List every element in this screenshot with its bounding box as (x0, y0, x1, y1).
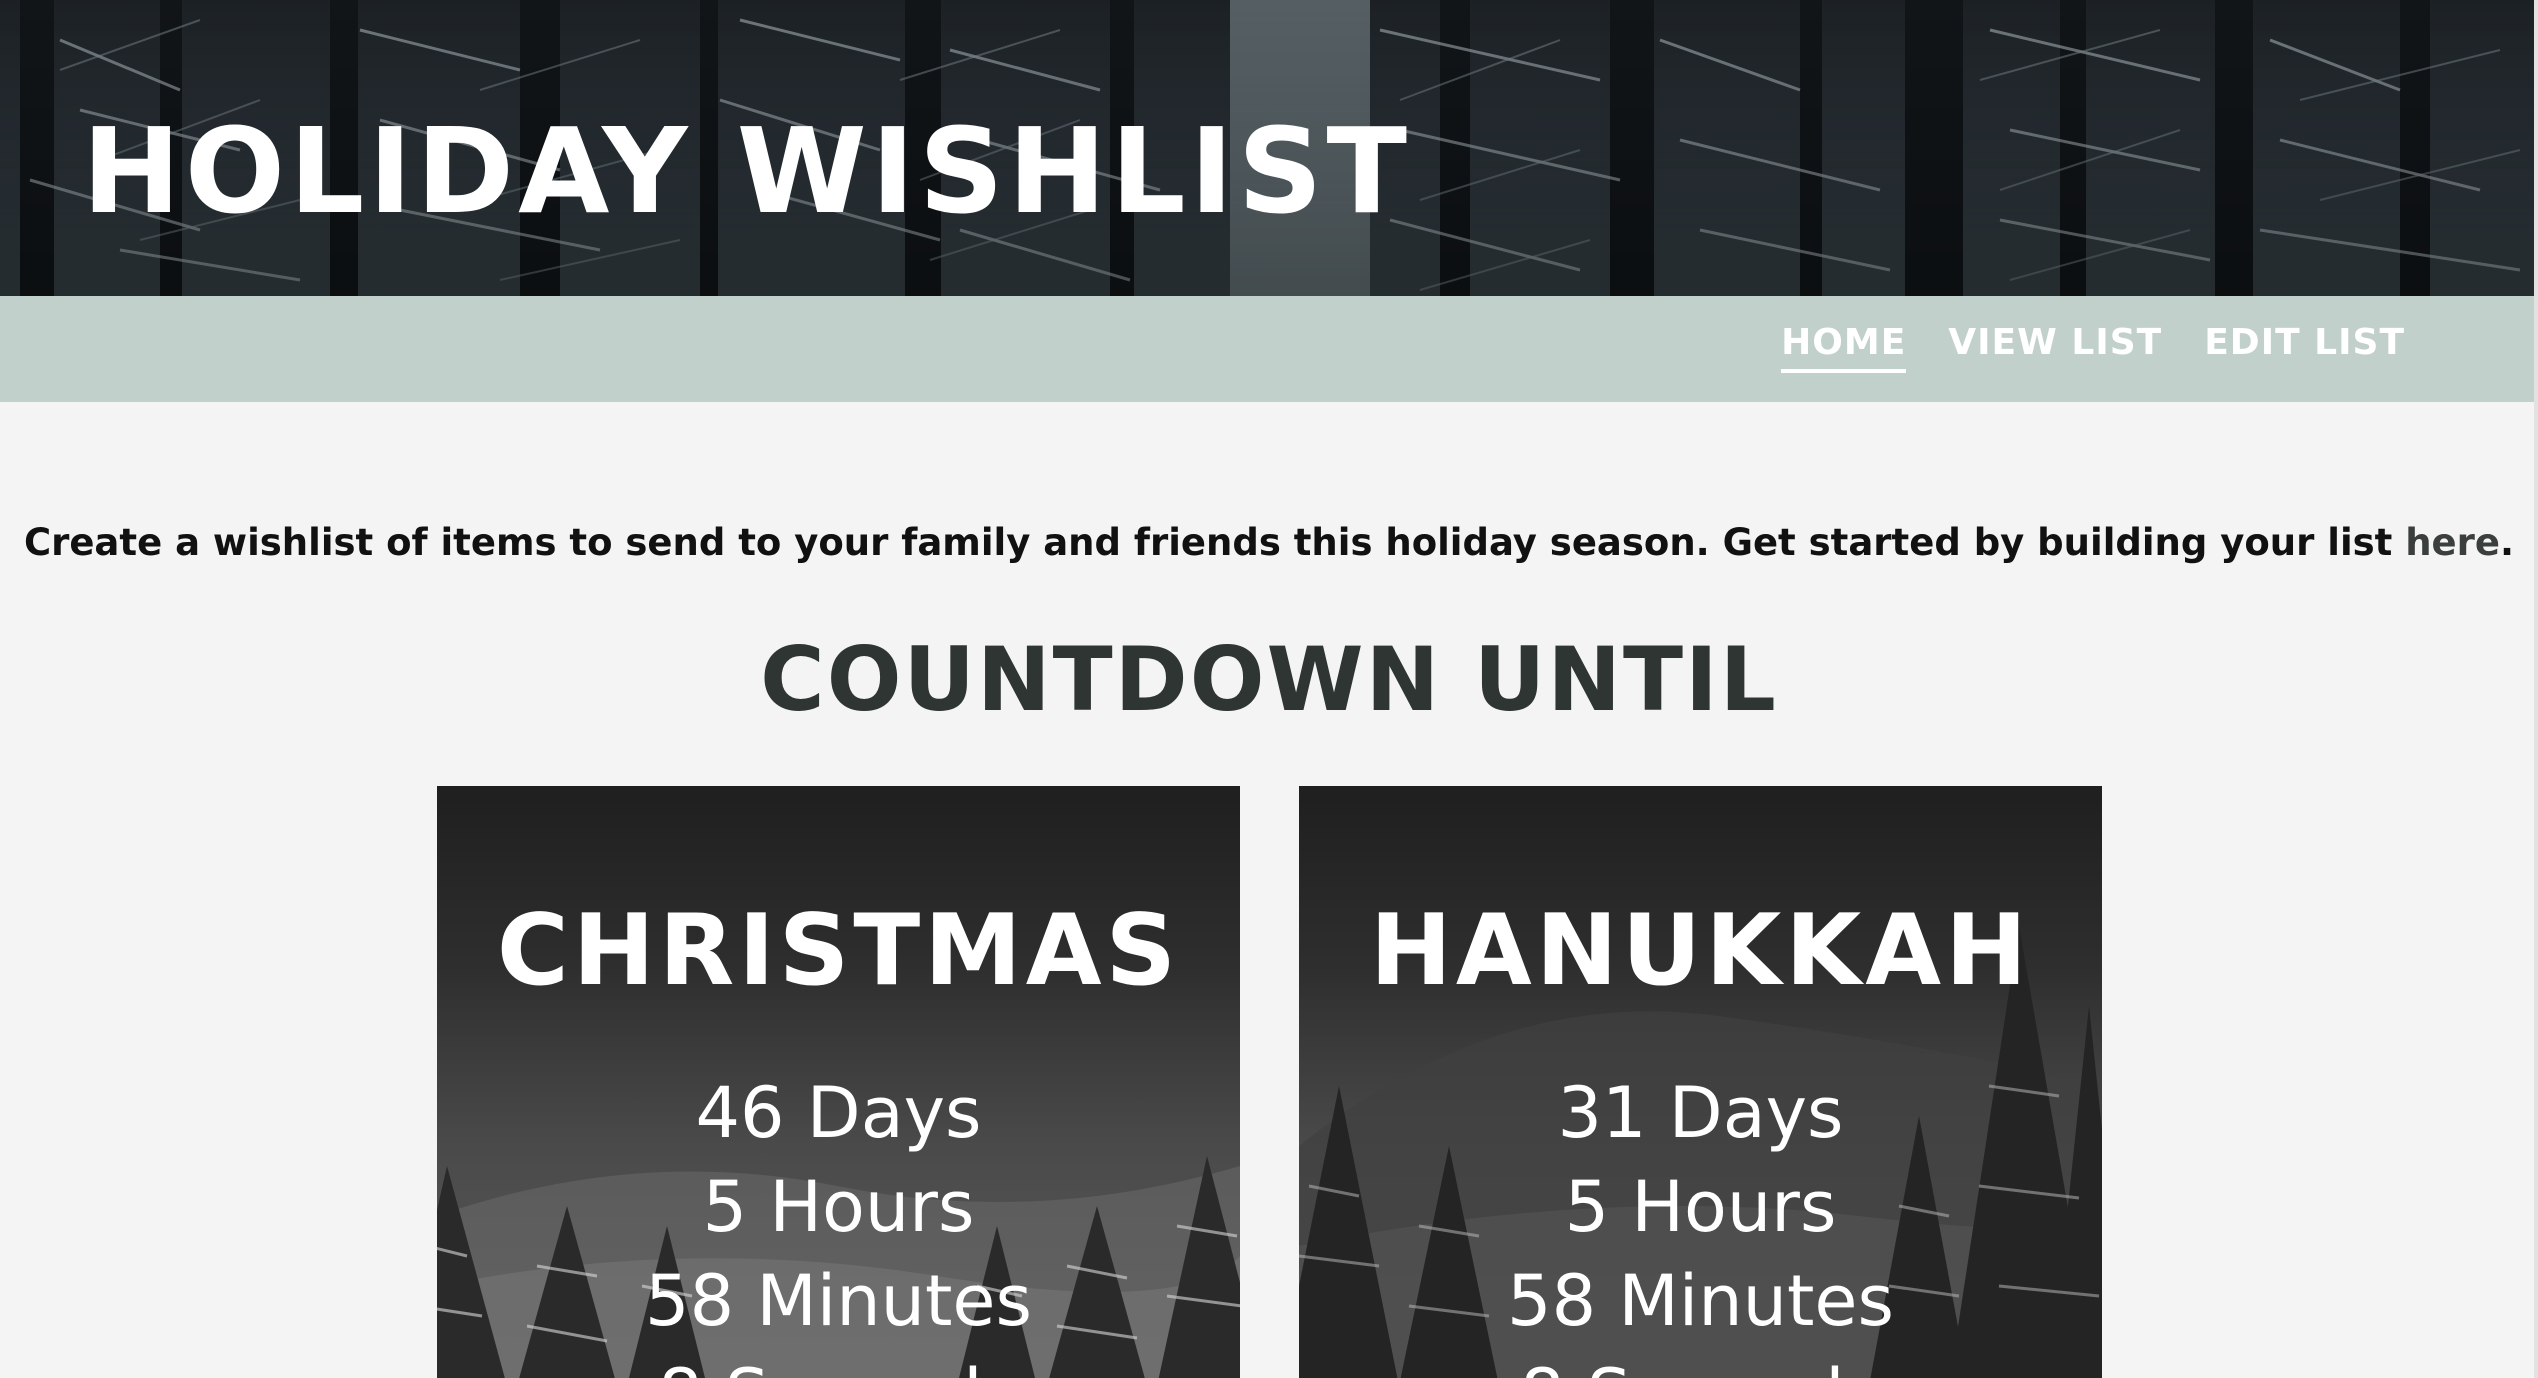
christmas-hours: 5 Hours (702, 1166, 975, 1248)
nav-edit-list-link[interactable]: EDIT LIST (2204, 322, 2405, 373)
hanukkah-days: 31 Days (1557, 1072, 1844, 1154)
intro-suffix: . (2500, 521, 2515, 564)
christmas-days: 46 Days (695, 1072, 982, 1154)
christmas-countdown-card: CHRISTMAS 46 Days 5 Hours 58 Minutes 8 S… (437, 786, 1240, 1378)
nav-home-link[interactable]: HOME (1781, 322, 1907, 373)
nav-links: HOME VIEW LIST EDIT LIST (1781, 322, 2405, 373)
page: HOLIDAY WISHLIST HOME VIEW LIST EDIT LIS… (0, 0, 2538, 1378)
hanukkah-hours: 5 Hours (1564, 1166, 1837, 1248)
hero-banner: HOLIDAY WISHLIST (0, 0, 2538, 296)
nav-view-list-link[interactable]: VIEW LIST (1948, 322, 2162, 373)
christmas-title: CHRISTMAS (496, 894, 1181, 1008)
hanukkah-title: HANUKKAH (1369, 894, 2032, 1008)
site-title: HOLIDAY WISHLIST (82, 102, 1412, 240)
countdown-heading: COUNTDOWN UNTIL (760, 628, 1778, 731)
hanukkah-minutes: 58 Minutes (1507, 1260, 1894, 1342)
main-navigation: HOME VIEW LIST EDIT LIST (0, 296, 2538, 402)
get-started-link[interactable]: here (2405, 521, 2500, 564)
hanukkah-seconds: 8 Seconds (1299, 1348, 2102, 1378)
intro-paragraph: Create a wishlist of items to send to yo… (0, 521, 2538, 564)
hanukkah-countdown-card: HANUKKAH 31 Days 5 Hours 58 Minutes 8 Se… (1299, 786, 2102, 1378)
page-scrollbar[interactable] (2534, 0, 2538, 1378)
intro-text: Create a wishlist of items to send to yo… (23, 521, 2406, 564)
christmas-minutes: 58 Minutes (645, 1260, 1032, 1342)
christmas-timer: 46 Days 5 Hours 58 Minutes 8 Seconds (437, 1066, 1240, 1378)
christmas-seconds: 8 Seconds (437, 1348, 1240, 1378)
hanukkah-timer: 31 Days 5 Hours 58 Minutes 8 Seconds (1299, 1066, 2102, 1378)
